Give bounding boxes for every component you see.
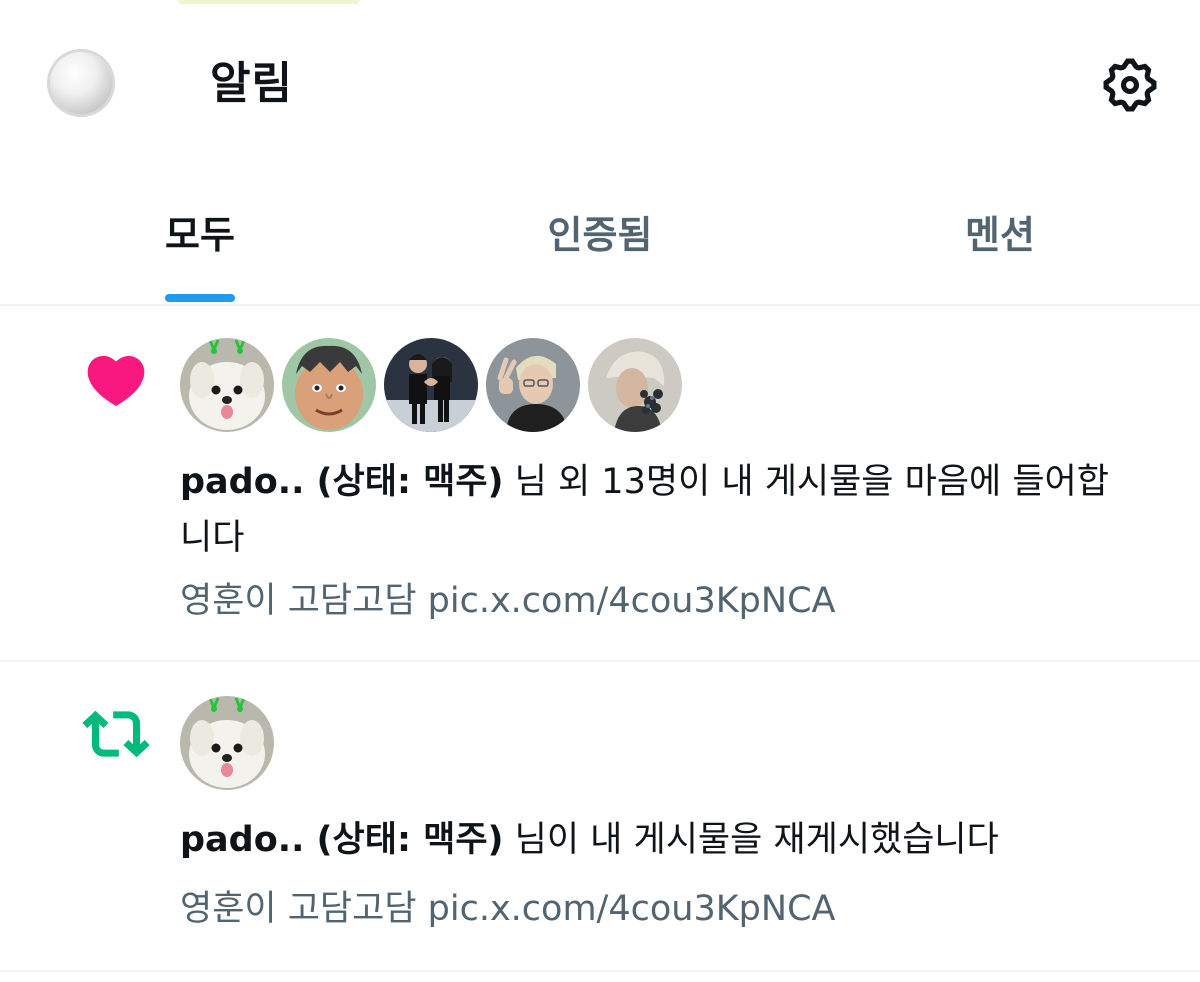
- tab-bar: 모두 인증됨 멘션: [0, 180, 1200, 306]
- tab-verified[interactable]: 인증됨: [500, 180, 700, 302]
- tab-all[interactable]: 모두: [120, 180, 280, 302]
- header: 알림: [0, 0, 1200, 160]
- avatar[interactable]: [180, 338, 274, 432]
- post-preview[interactable]: 영훈이 고담고담 pic.x.com/4cou3KpNCA: [180, 576, 835, 626]
- liker-avatars: [180, 338, 682, 432]
- avatar[interactable]: [588, 338, 682, 432]
- notification-repost[interactable]: pado.. (상태: 맥주) 님이 내 게시물을 재게시했습니다 영훈이 고담…: [0, 662, 1200, 972]
- reposter-avatars: [180, 696, 274, 790]
- notification-message: 님이 내 게시물을 재게시했습니다: [503, 820, 999, 860]
- notification-text: pado.. (상태: 맥주) 님 외 13명이 내 게시물을 마음에 들어합니…: [180, 454, 1140, 566]
- post-preview[interactable]: 영훈이 고담고담 pic.x.com/4cou3KpNCA: [180, 884, 835, 934]
- tab-label: 모두: [165, 213, 235, 257]
- heart-icon: [82, 346, 150, 418]
- avatar[interactable]: [384, 338, 478, 432]
- avatar[interactable]: [180, 696, 274, 790]
- user-name[interactable]: pado.. (상태: 맥주): [180, 462, 504, 502]
- gear-icon: [1103, 58, 1157, 112]
- active-tab-indicator: [165, 294, 235, 302]
- avatar[interactable]: [282, 338, 376, 432]
- user-name[interactable]: pado.. (상태: 맥주): [180, 820, 504, 860]
- tab-label: 멘션: [965, 213, 1035, 257]
- notification-like[interactable]: pado.. (상태: 맥주) 님 외 13명이 내 게시물을 마음에 들어합니…: [0, 306, 1200, 662]
- settings-button[interactable]: [1095, 50, 1165, 120]
- tab-label: 인증됨: [547, 213, 653, 257]
- repost-icon: [82, 700, 150, 772]
- tab-mentions[interactable]: 멘션: [900, 180, 1100, 302]
- notification-text: pado.. (상태: 맥주) 님이 내 게시물을 재게시했습니다: [180, 812, 1140, 868]
- avatar[interactable]: [486, 338, 580, 432]
- profile-avatar[interactable]: [47, 49, 115, 117]
- page-title: 알림: [210, 58, 293, 109]
